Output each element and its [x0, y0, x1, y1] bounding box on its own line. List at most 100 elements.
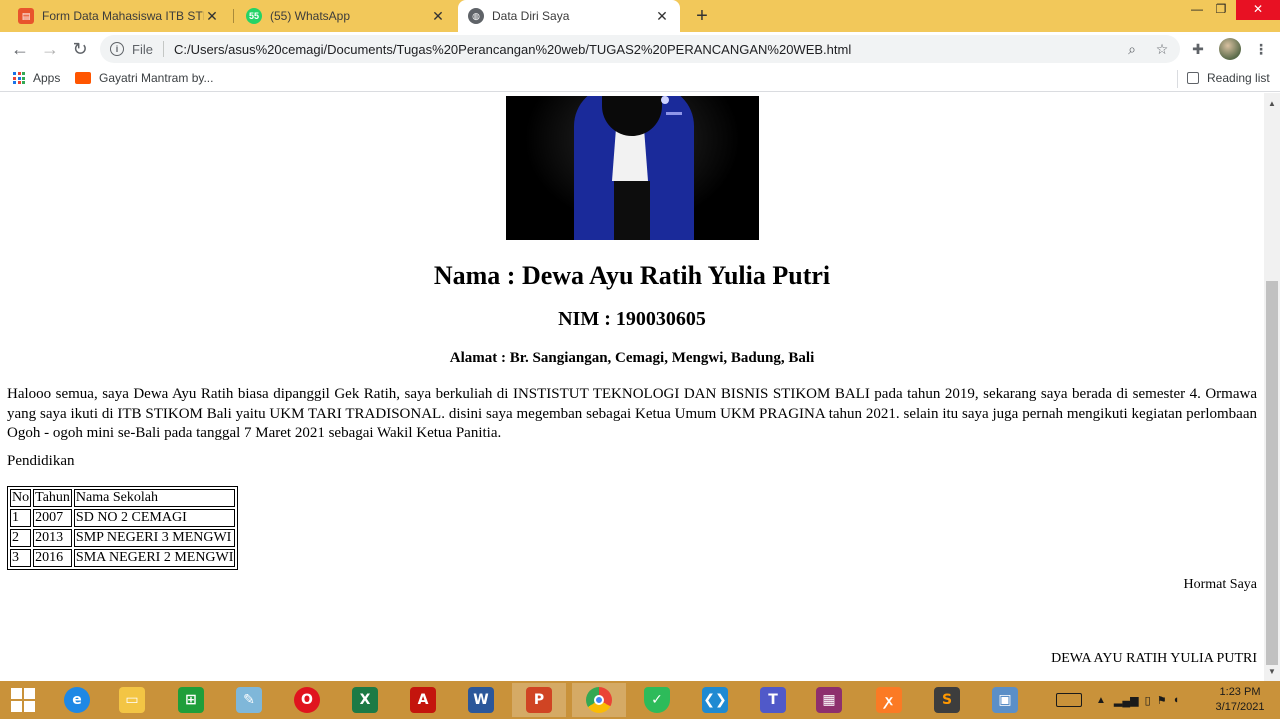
close-tab-icon[interactable]: ✕ [430, 8, 446, 25]
close-tab-icon[interactable]: ✕ [204, 8, 220, 25]
scrollbar-thumb[interactable] [1266, 281, 1278, 665]
signature-name: DEWA AYU RATIH YULIA PUTRI [1051, 651, 1257, 666]
system-tray: ▲ ▂▄▆ ▯ ⚑ ◖ [1056, 681, 1179, 719]
tray-expand-icon[interactable]: ▲ [1096, 695, 1106, 706]
photo-emblem [661, 96, 669, 104]
tab-title: Form Data Mahasiswa ITB STIKOM [42, 9, 204, 23]
clock-date: 3/17/2021 [1215, 701, 1265, 713]
tab-divider [233, 9, 234, 23]
taskbar-sublime[interactable]: S [920, 683, 974, 717]
taskbar-chrome[interactable] [572, 683, 626, 717]
close-tab-icon[interactable]: ✕ [654, 8, 670, 25]
word-icon: W [468, 687, 494, 713]
tab-form-data[interactable]: ▤ Form Data Mahasiswa ITB STIKOM ✕ [8, 0, 230, 32]
taskbar-excel[interactable]: X [338, 683, 392, 717]
table-row: 3 2016 SMA NEGERI 2 MENGWI [10, 549, 236, 567]
start-icon [11, 688, 35, 712]
start-button[interactable] [0, 683, 46, 717]
taskbar-vscode[interactable]: ❮❯ [688, 683, 742, 717]
profile-avatar[interactable] [1219, 38, 1241, 60]
taskbar-word[interactable]: W [454, 683, 508, 717]
reload-icon[interactable]: ↻ [68, 37, 92, 61]
taskbar-notepad[interactable]: ✎ [222, 683, 276, 717]
taskbar-store[interactable]: ⊞ [164, 683, 218, 717]
table-row: 1 2007 SD NO 2 CEMAGI [10, 509, 236, 527]
bookmark-label: Apps [33, 71, 61, 85]
bookmark-gayatri[interactable]: Gayatri Mantram by... [75, 71, 213, 85]
security-icon: ✓ [644, 687, 670, 713]
extensions-puzzle-icon[interactable]: ✚ [1187, 38, 1209, 60]
apps-grid-icon [13, 72, 25, 84]
tab-data-diri-saya[interactable]: ◍ Data Diri Saya ✕ [458, 0, 680, 32]
table-cell: 1 [10, 509, 32, 527]
forward-arrow-icon[interactable]: → [38, 37, 62, 61]
excel-icon: X [352, 687, 378, 713]
sublime-icon: S [934, 687, 960, 713]
internet-explorer-icon: e [64, 687, 90, 713]
taskbar-photos[interactable]: ▣ [978, 683, 1032, 717]
taskbar-acrobat[interactable]: A [396, 683, 450, 717]
soundcloud-icon [75, 72, 91, 84]
browser-toolbar: ← → ↻ i File C:/Users/asus%20cemagi/Docu… [0, 32, 1280, 66]
taskbar-clock[interactable]: 1:23 PM 3/17/2021 [1208, 685, 1272, 715]
info-icon[interactable]: i [110, 42, 124, 56]
reading-list-button[interactable]: Reading list [1187, 71, 1270, 85]
taskbar-winrar[interactable]: ▦ [802, 683, 856, 717]
reading-list-label: Reading list [1207, 71, 1270, 85]
back-arrow-icon[interactable]: ← [8, 37, 32, 61]
omnibox-divider [162, 41, 164, 57]
new-tab-button[interactable]: + [690, 4, 714, 28]
windows-taskbar: e ▭ ⊞ ✎ O X A W P ✓ ❮❯ T ▦ ꭗ S ▣ ▲ ▂▄▆ ▯… [0, 681, 1280, 719]
bookmark-star-icon[interactable]: ☆ [1150, 41, 1174, 58]
powerpoint-icon: P [526, 687, 552, 713]
table-cell: SMA NEGERI 2 MENGWI [73, 549, 236, 567]
education-table: No Tahun Nama Sekolah 1 2007 SD NO 2 CEM… [7, 486, 239, 570]
bookmark-apps[interactable]: Apps [13, 71, 60, 85]
column-header: Nama Sekolah [73, 489, 236, 507]
acrobat-icon: A [410, 687, 436, 713]
clock-time: 1:23 PM [1219, 686, 1261, 698]
taskbar-xampp[interactable]: ꭗ [862, 683, 916, 717]
tab-strip: ▤ Form Data Mahasiswa ITB STIKOM ✕ 55 (5… [0, 0, 1280, 32]
scroll-down-icon[interactable]: ▼ [1264, 665, 1280, 679]
wifi-signal-icon[interactable]: ▂▄▆ [1114, 694, 1139, 707]
vscode-icon: ❮❯ [702, 687, 728, 713]
reading-list-icon [1187, 72, 1199, 84]
notepad-icon: ✎ [236, 687, 262, 713]
bio-paragraph: Halooo semua, saya Dewa Ayu Ratih biasa … [7, 386, 1257, 441]
url-scheme: File [132, 41, 153, 57]
nim-heading: NIM : 190030605 [558, 308, 706, 330]
address-bar[interactable]: i File C:/Users/asus%20cemagi/Documents/… [100, 35, 1180, 63]
battery-icon[interactable]: ▯ [1145, 694, 1151, 707]
xampp-icon: ꭗ [876, 687, 902, 713]
taskbar-teams[interactable]: T [746, 683, 800, 717]
menu-kebab-icon[interactable]: ⋮ [1250, 38, 1272, 60]
table-cell: 2013 [33, 529, 72, 547]
address-heading: Alamat : Br. Sangiangan, Cemagi, Mengwi,… [449, 350, 815, 366]
taskbar-security[interactable]: ✓ [630, 683, 684, 717]
bookmarks-divider [1177, 70, 1178, 88]
keyboard-icon[interactable] [1056, 693, 1082, 707]
photos-icon: ▣ [992, 687, 1018, 713]
notification-flag-icon[interactable]: ⚑ [1157, 694, 1167, 707]
form-icon: ▤ [18, 8, 34, 24]
name-heading: Nama : Dewa Ayu Ratih Yulia Putri [433, 261, 831, 290]
taskbar-opera[interactable]: O [280, 683, 334, 717]
profile-photo [506, 96, 759, 240]
education-label: Pendidikan [7, 453, 75, 469]
taskbar-ie[interactable]: e [50, 683, 104, 717]
close-window-icon[interactable]: ✕ [1236, 0, 1280, 20]
vertical-scrollbar[interactable]: ▲ ▼ [1264, 93, 1280, 681]
restore-icon[interactable]: ❐ [1206, 0, 1236, 20]
taskbar-explorer[interactable]: ▭ [105, 683, 159, 717]
scroll-up-icon[interactable]: ▲ [1264, 97, 1280, 111]
zoom-icon[interactable]: ⌕ [1120, 41, 1144, 58]
taskbar-powerpoint[interactable]: P [512, 683, 566, 717]
store-icon: ⊞ [178, 687, 204, 713]
bookmark-label: Gayatri Mantram by... [99, 71, 214, 85]
volume-icon[interactable]: ◖ [1173, 694, 1180, 706]
globe-icon: ◍ [468, 8, 484, 24]
url-text[interactable]: C:/Users/asus%20cemagi/Documents/Tugas%2… [174, 42, 1120, 57]
tab-whatsapp[interactable]: 55 (55) WhatsApp ✕ [236, 0, 456, 32]
opera-icon: O [294, 687, 320, 713]
